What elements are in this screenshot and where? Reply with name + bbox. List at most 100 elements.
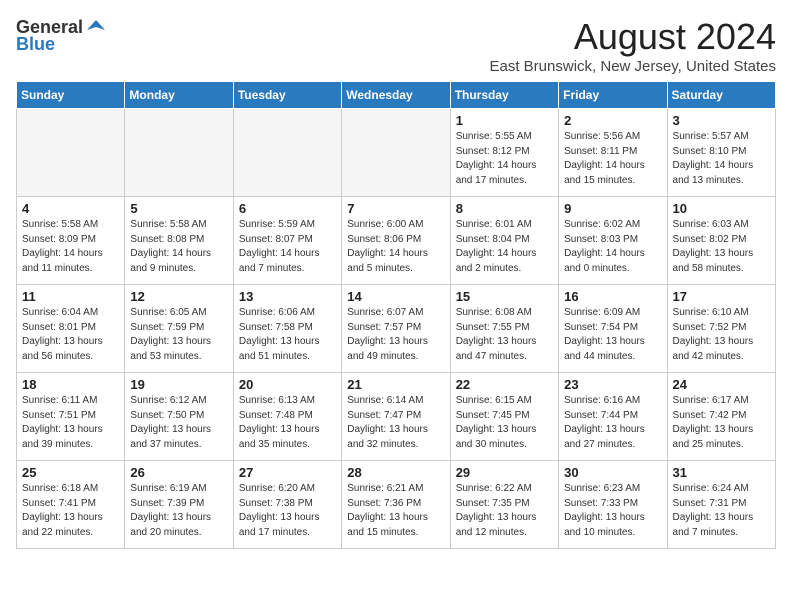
day-info: Sunrise: 5:58 AM Sunset: 8:08 PM Dayligh… — [130, 218, 227, 276]
day-number: 4 — [22, 201, 119, 216]
calendar-cell: 10Sunrise: 6:03 AM Sunset: 8:02 PM Dayli… — [667, 197, 775, 285]
day-number: 20 — [239, 377, 336, 392]
day-number: 5 — [130, 201, 227, 216]
day-info: Sunrise: 6:05 AM Sunset: 7:59 PM Dayligh… — [130, 306, 227, 364]
page-header: General Blue August 2024 East Brunswick,… — [16, 16, 776, 75]
day-number: 25 — [22, 465, 119, 480]
calendar-cell — [233, 109, 341, 197]
calendar-cell: 5 Sunrise: 5:58 AM Sunset: 8:08 PM Daylig… — [125, 197, 233, 285]
day-info: Sunrise: 6:01 AM Sunset: 8:04 PM Dayligh… — [456, 218, 553, 276]
calendar-cell: 30 Sunrise: 6:23 AM Sunset: 7:33 PM Dayli… — [559, 461, 667, 549]
calendar-week-row: 11Sunrise: 6:04 AM Sunset: 8:01 PM Dayli… — [17, 285, 776, 373]
calendar-cell — [125, 109, 233, 197]
day-info: Sunrise: 6:20 AM Sunset: 7:38 PM Dayligh… — [239, 482, 336, 540]
day-number: 31 — [673, 465, 770, 480]
day-number: 13 — [239, 289, 336, 304]
day-info: Sunrise: 6:15 AM Sunset: 7:45 PM Dayligh… — [456, 394, 553, 452]
logo-bird-icon — [85, 16, 107, 38]
day-info: Sunrise: 6:21 AM Sunset: 7:36 PM Dayligh… — [347, 482, 444, 540]
day-number: 2 — [564, 113, 661, 128]
weekday-header-tuesday: Tuesday — [233, 82, 341, 109]
day-number: 30 — [564, 465, 661, 480]
calendar-week-row: 25 Sunrise: 6:18 AM Sunset: 7:41 PM Dayli… — [17, 461, 776, 549]
calendar-cell: 1 Sunrise: 5:55 AM Sunset: 8:12 PM Daylig… — [450, 109, 558, 197]
location-subtitle: East Brunswick, New Jersey, United State… — [490, 58, 777, 75]
weekday-header-wednesday: Wednesday — [342, 82, 450, 109]
calendar-cell: 3 Sunrise: 5:57 AM Sunset: 8:10 PM Daylig… — [667, 109, 775, 197]
title-area: August 2024 East Brunswick, New Jersey, … — [490, 16, 777, 75]
day-info: Sunrise: 6:03 AM Sunset: 8:02 PM Dayligh… — [673, 218, 770, 276]
day-number: 19 — [130, 377, 227, 392]
calendar-week-row: 1 Sunrise: 5:55 AM Sunset: 8:12 PM Daylig… — [17, 109, 776, 197]
day-info: Sunrise: 6:02 AM Sunset: 8:03 PM Dayligh… — [564, 218, 661, 276]
day-info: Sunrise: 6:09 AM Sunset: 7:54 PM Dayligh… — [564, 306, 661, 364]
day-number: 29 — [456, 465, 553, 480]
day-info: Sunrise: 6:08 AM Sunset: 7:55 PM Dayligh… — [456, 306, 553, 364]
calendar-week-row: 18 Sunrise: 6:11 AM Sunset: 7:51 PM Dayli… — [17, 373, 776, 461]
calendar-cell: 12 Sunrise: 6:05 AM Sunset: 7:59 PM Dayli… — [125, 285, 233, 373]
calendar-cell: 14Sunrise: 6:07 AM Sunset: 7:57 PM Dayli… — [342, 285, 450, 373]
calendar-cell: 15 Sunrise: 6:08 AM Sunset: 7:55 PM Dayli… — [450, 285, 558, 373]
weekday-header-monday: Monday — [125, 82, 233, 109]
day-info: Sunrise: 6:24 AM Sunset: 7:31 PM Dayligh… — [673, 482, 770, 540]
calendar-cell: 16 Sunrise: 6:09 AM Sunset: 7:54 PM Dayli… — [559, 285, 667, 373]
weekday-header-friday: Friday — [559, 82, 667, 109]
calendar-cell: 26Sunrise: 6:19 AM Sunset: 7:39 PM Dayli… — [125, 461, 233, 549]
day-number: 22 — [456, 377, 553, 392]
calendar-cell: 22 Sunrise: 6:15 AM Sunset: 7:45 PM Dayli… — [450, 373, 558, 461]
calendar-cell: 19 Sunrise: 6:12 AM Sunset: 7:50 PM Dayli… — [125, 373, 233, 461]
calendar-cell: 31 Sunrise: 6:24 AM Sunset: 7:31 PM Dayli… — [667, 461, 775, 549]
calendar-table: SundayMondayTuesdayWednesdayThursdayFrid… — [16, 81, 776, 549]
day-number: 12 — [130, 289, 227, 304]
day-info: Sunrise: 6:04 AM Sunset: 8:01 PM Dayligh… — [22, 306, 119, 364]
day-info: Sunrise: 6:17 AM Sunset: 7:42 PM Dayligh… — [673, 394, 770, 452]
calendar-cell — [342, 109, 450, 197]
calendar-cell: 6 Sunrise: 5:59 AM Sunset: 8:07 PM Daylig… — [233, 197, 341, 285]
day-info: Sunrise: 5:57 AM Sunset: 8:10 PM Dayligh… — [673, 130, 770, 188]
calendar-cell: 20 Sunrise: 6:13 AM Sunset: 7:48 PM Dayli… — [233, 373, 341, 461]
weekday-header-thursday: Thursday — [450, 82, 558, 109]
day-info: Sunrise: 6:19 AM Sunset: 7:39 PM Dayligh… — [130, 482, 227, 540]
day-info: Sunrise: 6:00 AM Sunset: 8:06 PM Dayligh… — [347, 218, 444, 276]
day-info: Sunrise: 5:59 AM Sunset: 8:07 PM Dayligh… — [239, 218, 336, 276]
calendar-cell: 23Sunrise: 6:16 AM Sunset: 7:44 PM Dayli… — [559, 373, 667, 461]
day-number: 9 — [564, 201, 661, 216]
weekday-header-sunday: Sunday — [17, 82, 125, 109]
day-number: 8 — [456, 201, 553, 216]
day-info: Sunrise: 5:58 AM Sunset: 8:09 PM Dayligh… — [22, 218, 119, 276]
weekday-header-saturday: Saturday — [667, 82, 775, 109]
day-info: Sunrise: 6:11 AM Sunset: 7:51 PM Dayligh… — [22, 394, 119, 452]
calendar-cell — [17, 109, 125, 197]
day-info: Sunrise: 5:56 AM Sunset: 8:11 PM Dayligh… — [564, 130, 661, 188]
day-info: Sunrise: 6:13 AM Sunset: 7:48 PM Dayligh… — [239, 394, 336, 452]
calendar-cell: 24Sunrise: 6:17 AM Sunset: 7:42 PM Dayli… — [667, 373, 775, 461]
day-info: Sunrise: 5:55 AM Sunset: 8:12 PM Dayligh… — [456, 130, 553, 188]
day-number: 3 — [673, 113, 770, 128]
day-number: 21 — [347, 377, 444, 392]
day-number: 16 — [564, 289, 661, 304]
day-number: 28 — [347, 465, 444, 480]
calendar-cell: 2 Sunrise: 5:56 AM Sunset: 8:11 PM Daylig… — [559, 109, 667, 197]
calendar-cell: 4 Sunrise: 5:58 AM Sunset: 8:09 PM Daylig… — [17, 197, 125, 285]
day-number: 23 — [564, 377, 661, 392]
day-number: 7 — [347, 201, 444, 216]
day-info: Sunrise: 6:23 AM Sunset: 7:33 PM Dayligh… — [564, 482, 661, 540]
calendar-cell: 29 Sunrise: 6:22 AM Sunset: 7:35 PM Dayli… — [450, 461, 558, 549]
day-number: 15 — [456, 289, 553, 304]
day-info: Sunrise: 6:18 AM Sunset: 7:41 PM Dayligh… — [22, 482, 119, 540]
calendar-cell: 7 Sunrise: 6:00 AM Sunset: 8:06 PM Daylig… — [342, 197, 450, 285]
day-info: Sunrise: 6:12 AM Sunset: 7:50 PM Dayligh… — [130, 394, 227, 452]
calendar-cell: 18 Sunrise: 6:11 AM Sunset: 7:51 PM Dayli… — [17, 373, 125, 461]
calendar-cell: 17Sunrise: 6:10 AM Sunset: 7:52 PM Dayli… — [667, 285, 775, 373]
calendar-cell: 8 Sunrise: 6:01 AM Sunset: 8:04 PM Daylig… — [450, 197, 558, 285]
calendar-week-row: 4 Sunrise: 5:58 AM Sunset: 8:09 PM Daylig… — [17, 197, 776, 285]
day-number: 18 — [22, 377, 119, 392]
calendar-cell: 13 Sunrise: 6:06 AM Sunset: 7:58 PM Dayli… — [233, 285, 341, 373]
day-info: Sunrise: 6:06 AM Sunset: 7:58 PM Dayligh… — [239, 306, 336, 364]
day-info: Sunrise: 6:14 AM Sunset: 7:47 PM Dayligh… — [347, 394, 444, 452]
day-number: 6 — [239, 201, 336, 216]
calendar-cell: 27Sunrise: 6:20 AM Sunset: 7:38 PM Dayli… — [233, 461, 341, 549]
calendar-cell: 11Sunrise: 6:04 AM Sunset: 8:01 PM Dayli… — [17, 285, 125, 373]
day-number: 1 — [456, 113, 553, 128]
day-info: Sunrise: 6:22 AM Sunset: 7:35 PM Dayligh… — [456, 482, 553, 540]
